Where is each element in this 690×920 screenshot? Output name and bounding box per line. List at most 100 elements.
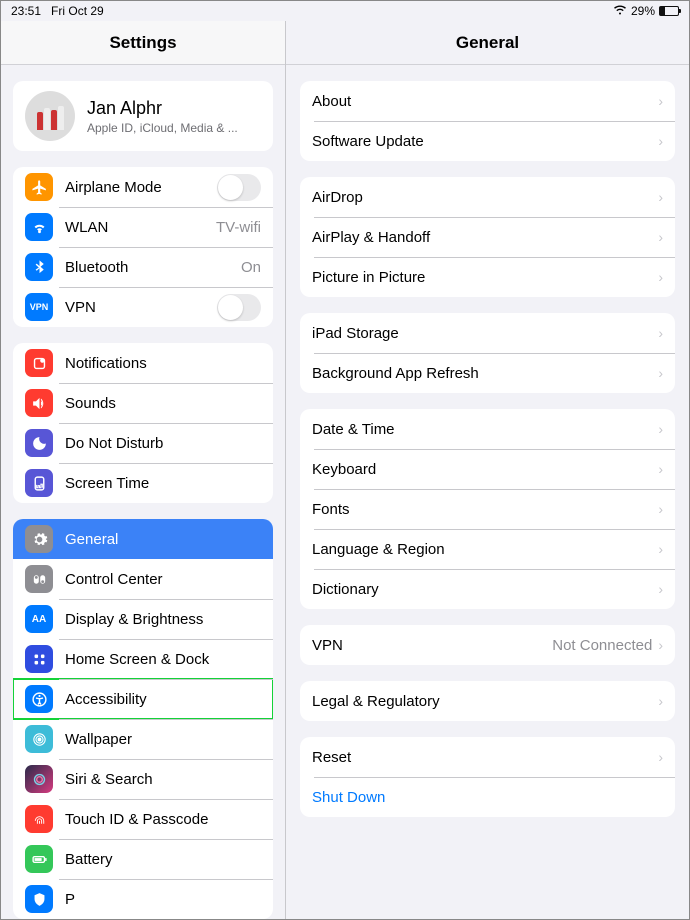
- sidebar-item-wlan[interactable]: WLAN TV-wifi: [13, 207, 273, 247]
- general-airdrop[interactable]: AirDrop›: [300, 177, 675, 217]
- bluetooth-value: On: [241, 259, 261, 276]
- sidebar-item-battery[interactable]: Battery: [13, 839, 273, 879]
- sounds-icon: [25, 389, 53, 417]
- sidebar-item-bluetooth[interactable]: Bluetooth On: [13, 247, 273, 287]
- chevron-right-icon: ›: [658, 637, 663, 653]
- airplane-icon: [25, 173, 53, 201]
- wallpaper-icon: [25, 725, 53, 753]
- touchid-icon: [25, 805, 53, 833]
- general-label: General: [65, 531, 261, 548]
- dnd-label: Do Not Disturb: [65, 435, 261, 452]
- general-legal[interactable]: Legal & Regulatory›: [300, 681, 675, 721]
- home-icon: [25, 645, 53, 673]
- status-date: Fri Oct 29: [51, 4, 104, 18]
- general-refresh[interactable]: Background App Refresh›: [300, 353, 675, 393]
- chevron-right-icon: ›: [658, 461, 663, 477]
- controlcenter-icon: [25, 565, 53, 593]
- detail-title: General: [286, 21, 689, 65]
- chevron-right-icon: ›: [658, 421, 663, 437]
- sidebar-item-controlcenter[interactable]: Control Center: [13, 559, 273, 599]
- accessibility-icon: [25, 685, 53, 713]
- sidebar-item-siri[interactable]: Siri & Search: [13, 759, 273, 799]
- status-bar: 23:51 Fri Oct 29 29%: [1, 1, 689, 21]
- general-dictionary[interactable]: Dictionary›: [300, 569, 675, 609]
- chevron-right-icon: ›: [658, 229, 663, 245]
- general-language[interactable]: Language & Region›: [300, 529, 675, 569]
- chevron-right-icon: ›: [658, 749, 663, 765]
- notifications-icon: [25, 349, 53, 377]
- sidebar-item-airplane[interactable]: Airplane Mode: [13, 167, 273, 207]
- sidebar-item-general[interactable]: General: [13, 519, 273, 559]
- status-time: 23:51: [11, 4, 41, 18]
- vpn-toggle[interactable]: [217, 294, 261, 321]
- chevron-right-icon: ›: [658, 501, 663, 517]
- dnd-icon: [25, 429, 53, 457]
- sidebar-item-display[interactable]: AA Display & Brightness: [13, 599, 273, 639]
- apple-id-name: Jan Alphr: [87, 98, 238, 119]
- sidebar-title: Settings: [1, 21, 285, 65]
- wlan-label: WLAN: [65, 219, 216, 236]
- home-label: Home Screen & Dock: [65, 651, 261, 668]
- siri-icon: [25, 765, 53, 793]
- vpn-icon: VPN: [25, 293, 53, 321]
- notifications-label: Notifications: [65, 355, 261, 372]
- sidebar-item-wallpaper[interactable]: Wallpaper: [13, 719, 273, 759]
- display-icon: AA: [25, 605, 53, 633]
- battery-icon: [659, 6, 679, 16]
- avatar: [25, 91, 75, 141]
- sidebar-item-vpn[interactable]: VPN VPN: [13, 287, 273, 327]
- sidebar-item-privacy[interactable]: P: [13, 879, 273, 919]
- general-icon: [25, 525, 53, 553]
- detail-pane: General About› Software Update› AirDrop›…: [286, 21, 689, 919]
- chevron-right-icon: ›: [658, 541, 663, 557]
- general-datetime[interactable]: Date & Time›: [300, 409, 675, 449]
- sounds-label: Sounds: [65, 395, 261, 412]
- sidebar-item-touchid[interactable]: Touch ID & Passcode: [13, 799, 273, 839]
- touchid-label: Touch ID & Passcode: [65, 811, 261, 828]
- apple-id-sub: Apple ID, iCloud, Media & ...: [87, 121, 238, 135]
- settings-sidebar: Settings Jan Alphr Apple ID, iCloud, Med…: [1, 21, 286, 919]
- sidebar-item-home[interactable]: Home Screen & Dock: [13, 639, 273, 679]
- chevron-right-icon: ›: [658, 93, 663, 109]
- wlan-icon: [25, 213, 53, 241]
- chevron-right-icon: ›: [658, 133, 663, 149]
- accessibility-label: Accessibility: [65, 691, 261, 708]
- privacy-label: P: [65, 891, 261, 908]
- general-vpn[interactable]: VPNNot Connected›: [300, 625, 675, 665]
- general-software[interactable]: Software Update›: [300, 121, 675, 161]
- general-pip[interactable]: Picture in Picture›: [300, 257, 675, 297]
- display-label: Display & Brightness: [65, 611, 261, 628]
- wlan-value: TV-wifi: [216, 219, 261, 236]
- privacy-icon: [25, 885, 53, 913]
- general-about[interactable]: About›: [300, 81, 675, 121]
- battery-settings-icon: [25, 845, 53, 873]
- general-airplay[interactable]: AirPlay & Handoff›: [300, 217, 675, 257]
- chevron-right-icon: ›: [658, 325, 663, 341]
- general-shutdown[interactable]: Shut Down: [300, 777, 675, 817]
- airplane-label: Airplane Mode: [65, 179, 217, 196]
- wifi-icon: [613, 4, 627, 18]
- battery-percent: 29%: [631, 4, 655, 18]
- chevron-right-icon: ›: [658, 581, 663, 597]
- sidebar-item-dnd[interactable]: Do Not Disturb: [13, 423, 273, 463]
- chevron-right-icon: ›: [658, 365, 663, 381]
- sidebar-item-accessibility[interactable]: Accessibility: [13, 679, 273, 719]
- sidebar-item-notifications[interactable]: Notifications: [13, 343, 273, 383]
- apple-id-row[interactable]: Jan Alphr Apple ID, iCloud, Media & ...: [13, 81, 273, 151]
- sidebar-item-sounds[interactable]: Sounds: [13, 383, 273, 423]
- airplane-toggle[interactable]: [217, 174, 261, 201]
- screentime-icon: [25, 469, 53, 497]
- controlcenter-label: Control Center: [65, 571, 261, 588]
- chevron-right-icon: ›: [658, 269, 663, 285]
- chevron-right-icon: ›: [658, 693, 663, 709]
- bluetooth-label: Bluetooth: [65, 259, 241, 276]
- siri-label: Siri & Search: [65, 771, 261, 788]
- general-storage[interactable]: iPad Storage›: [300, 313, 675, 353]
- bluetooth-icon: [25, 253, 53, 281]
- sidebar-item-screentime[interactable]: Screen Time: [13, 463, 273, 503]
- general-keyboard[interactable]: Keyboard›: [300, 449, 675, 489]
- chevron-right-icon: ›: [658, 189, 663, 205]
- battery-label: Battery: [65, 851, 261, 868]
- general-reset[interactable]: Reset›: [300, 737, 675, 777]
- general-fonts[interactable]: Fonts›: [300, 489, 675, 529]
